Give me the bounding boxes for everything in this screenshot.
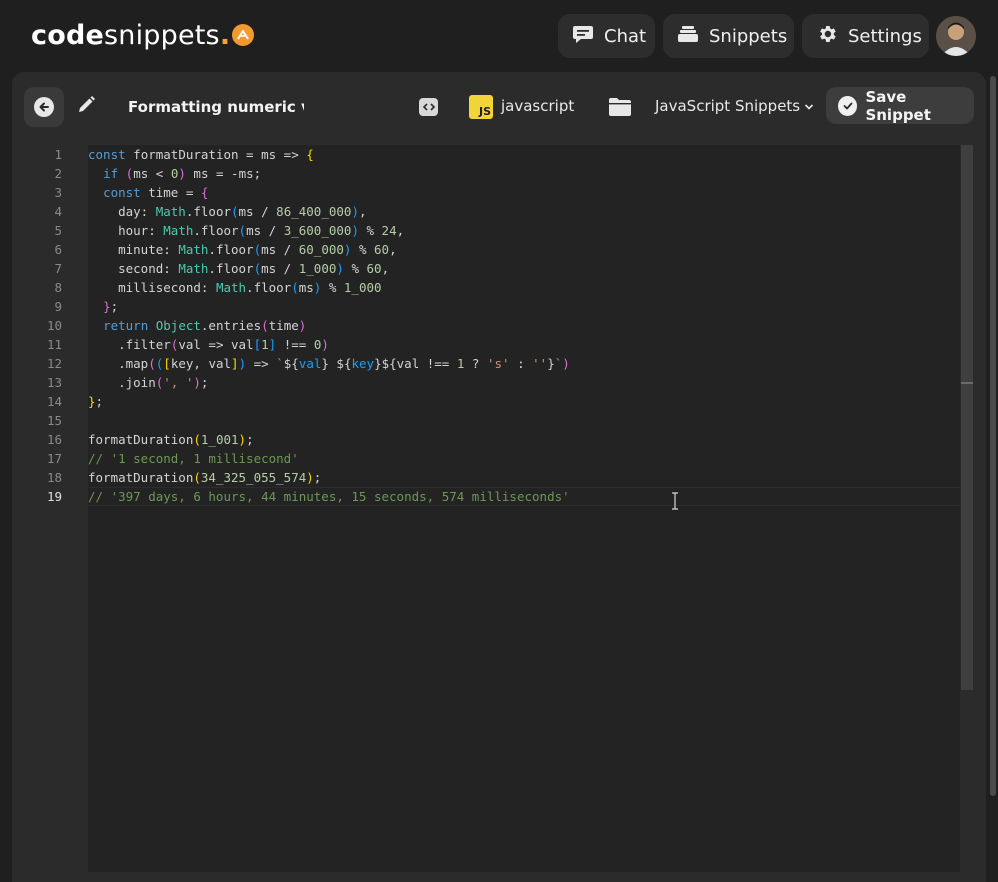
chevron-down-icon <box>804 97 814 115</box>
code-line[interactable]: const formatDuration = ms => { <box>88 145 314 164</box>
text-cursor-icon <box>670 492 680 510</box>
code-line[interactable]: formatDuration(1_001); <box>88 430 254 449</box>
code-line[interactable]: }; <box>88 297 118 316</box>
gear-icon <box>816 23 838 50</box>
line-number: 8 <box>54 280 62 295</box>
folder-select-value: JavaScript Snippets <box>655 97 801 115</box>
snippet-title-input[interactable] <box>128 94 304 120</box>
code-line[interactable]: day: Math.floor(ms / 86_400_000), <box>88 202 366 221</box>
back-button[interactable] <box>24 87 64 127</box>
top-bar: code snippets. Chat Snippets Settings <box>0 0 998 72</box>
code-line[interactable]: .filter(val => val[1] !== 0) <box>88 335 329 354</box>
brand-dot: . <box>219 19 231 51</box>
brand-badge-icon <box>232 24 255 46</box>
code-line[interactable]: millisecond: Math.floor(ms) % 1_000 <box>88 278 381 297</box>
line-number: 9 <box>54 299 62 314</box>
line-number: 14 <box>46 394 62 409</box>
editor-horizontal-scrollbar[interactable] <box>24 872 974 882</box>
editor-toolbar: JS javascript JavaScript Snippets Save S… <box>12 87 974 127</box>
line-number: 12 <box>46 356 62 371</box>
chat-bubble-icon <box>572 24 594 49</box>
code-line[interactable]: .map(([key, val]) => `${val} ${key}${val… <box>88 354 570 373</box>
code-line[interactable]: }; <box>88 392 103 411</box>
code-line[interactable]: second: Math.floor(ms / 1_000) % 60, <box>88 259 389 278</box>
nav-settings-button[interactable]: Settings <box>802 14 929 58</box>
code-line[interactable]: .join(', '); <box>88 373 208 392</box>
brand-name-regular: snippets <box>104 19 220 51</box>
save-snippet-label: Save Snippet <box>865 87 931 124</box>
pencil-icon <box>76 95 96 119</box>
code-line[interactable]: return Object.entries(time) <box>88 316 306 335</box>
line-number: 19 <box>46 489 62 504</box>
line-number: 6 <box>54 242 62 257</box>
brand-name-bold: code <box>31 19 104 51</box>
line-number: 16 <box>46 432 62 447</box>
line-number: 3 <box>54 185 62 200</box>
editor-scroll-marker <box>961 382 973 384</box>
code-line[interactable]: hour: Math.floor(ms / 3_600_000) % 24, <box>88 221 404 240</box>
stack-icon <box>677 24 699 49</box>
line-number: 7 <box>54 261 62 276</box>
line-number: 18 <box>46 470 62 485</box>
nav-chat-button[interactable]: Chat <box>558 14 655 58</box>
line-number: 4 <box>54 204 62 219</box>
language-label[interactable]: javascript <box>501 97 574 115</box>
check-circle-icon <box>838 95 858 116</box>
code-line[interactable]: minute: Math.floor(ms / 60_000) % 60, <box>88 240 397 259</box>
code-view-icon[interactable] <box>419 98 438 116</box>
page-scroll-thumb[interactable] <box>990 76 996 796</box>
nav-snippets-button[interactable]: Snippets <box>663 14 794 58</box>
line-number: 15 <box>46 413 62 428</box>
folder-icon[interactable] <box>608 96 632 118</box>
line-number: 17 <box>46 451 62 466</box>
line-number: 13 <box>46 375 62 390</box>
arrow-left-icon <box>34 97 54 117</box>
edit-title-button[interactable] <box>74 95 98 119</box>
code-line[interactable]: if (ms < 0) ms = -ms; <box>88 164 261 183</box>
nav-chat-label: Chat <box>604 25 647 47</box>
code-line[interactable]: // '1 second, 1 millisecond' <box>88 449 299 468</box>
code-line[interactable]: const time = { <box>88 183 208 202</box>
code-line[interactable]: // '397 days, 6 hours, 44 minutes, 15 se… <box>88 487 570 506</box>
line-number: 11 <box>46 337 62 352</box>
nav-snippets-label: Snippets <box>709 25 788 47</box>
line-number: 2 <box>54 166 62 181</box>
save-snippet-button[interactable]: Save Snippet <box>826 87 974 124</box>
line-number: 5 <box>54 223 62 238</box>
javascript-icon[interactable]: JS <box>469 95 493 119</box>
folder-select[interactable]: JavaScript Snippets <box>655 97 814 115</box>
user-avatar[interactable] <box>936 16 976 56</box>
code-line[interactable]: formatDuration(34_325_055_574); <box>88 468 321 487</box>
nav-settings-label: Settings <box>848 25 922 47</box>
brand-logo[interactable]: code snippets. <box>31 17 255 53</box>
line-number: 10 <box>46 318 62 333</box>
editor-scroll-thumb[interactable] <box>961 145 973 690</box>
line-number: 1 <box>54 147 62 162</box>
